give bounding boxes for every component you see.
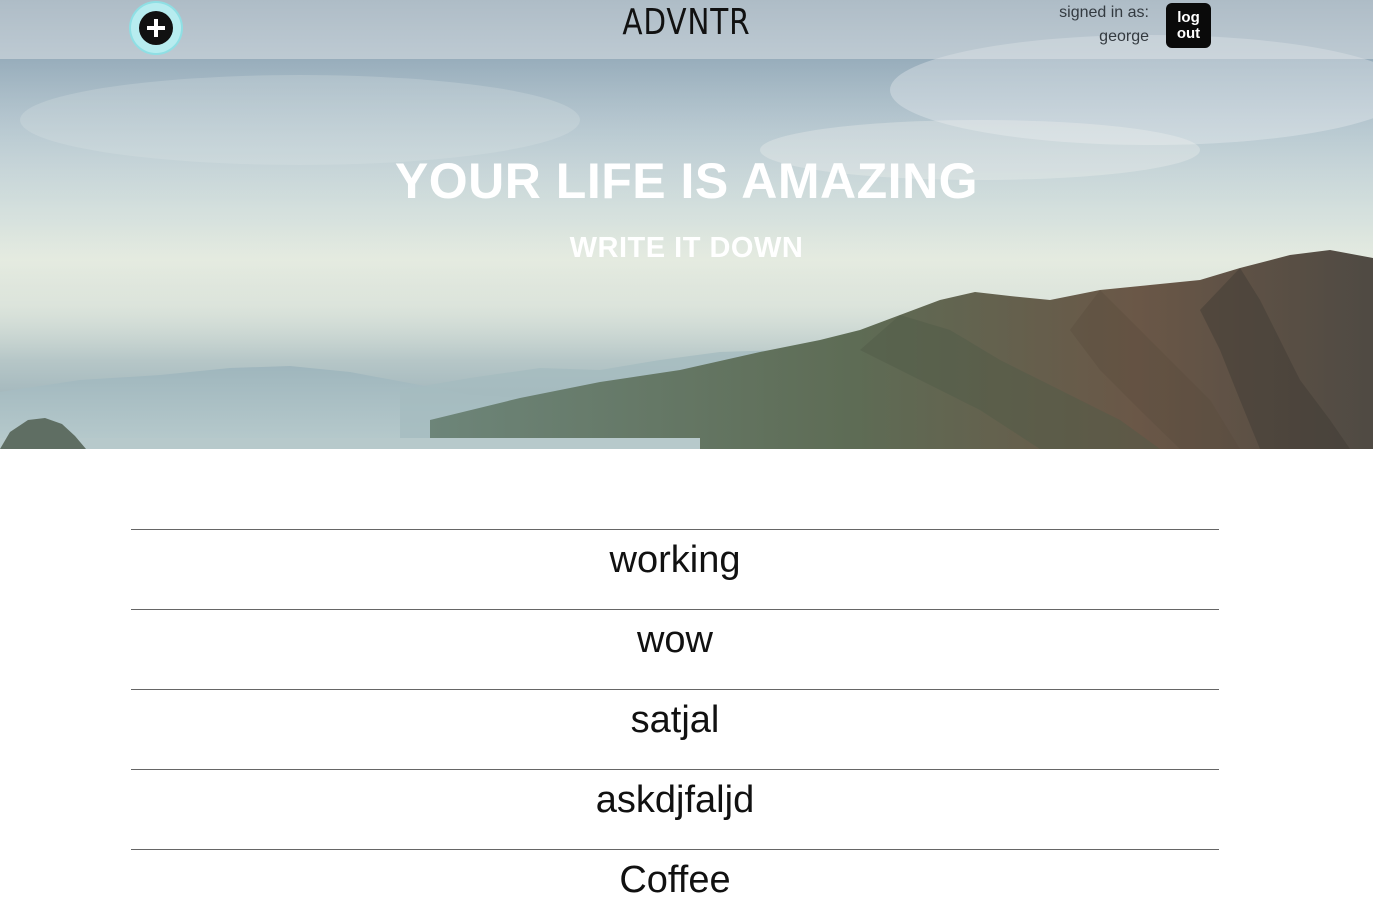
hero-banner <box>0 0 1373 449</box>
entries-list: working wow satjal askdjfaljd Coffee <box>131 529 1219 919</box>
entry-item[interactable]: Coffee <box>131 849 1219 919</box>
mountain-landscape-image <box>0 0 1373 449</box>
entry-item[interactable]: wow <box>131 609 1219 689</box>
hero-subtitle: WRITE IT DOWN <box>569 232 804 264</box>
logout-label-line2: out <box>1176 24 1201 42</box>
username: george <box>1099 28 1149 45</box>
logout-button[interactable]: log out <box>1166 3 1211 48</box>
entry-item[interactable]: satjal <box>131 689 1219 769</box>
top-navigation-bar: ADVNTR signed in as: george log out <box>0 0 1373 59</box>
signed-in-status: signed in as: george <box>1059 1 1149 49</box>
signed-in-label: signed in as: <box>1059 4 1149 21</box>
entry-item[interactable]: working <box>131 529 1219 609</box>
page: ADVNTR signed in as: george log out YOUR… <box>0 0 1373 919</box>
hero-title: YOUR LIFE IS AMAZING <box>394 153 979 209</box>
logout-label-line1: log <box>1177 8 1200 26</box>
entry-item[interactable]: askdjfaljd <box>131 769 1219 849</box>
